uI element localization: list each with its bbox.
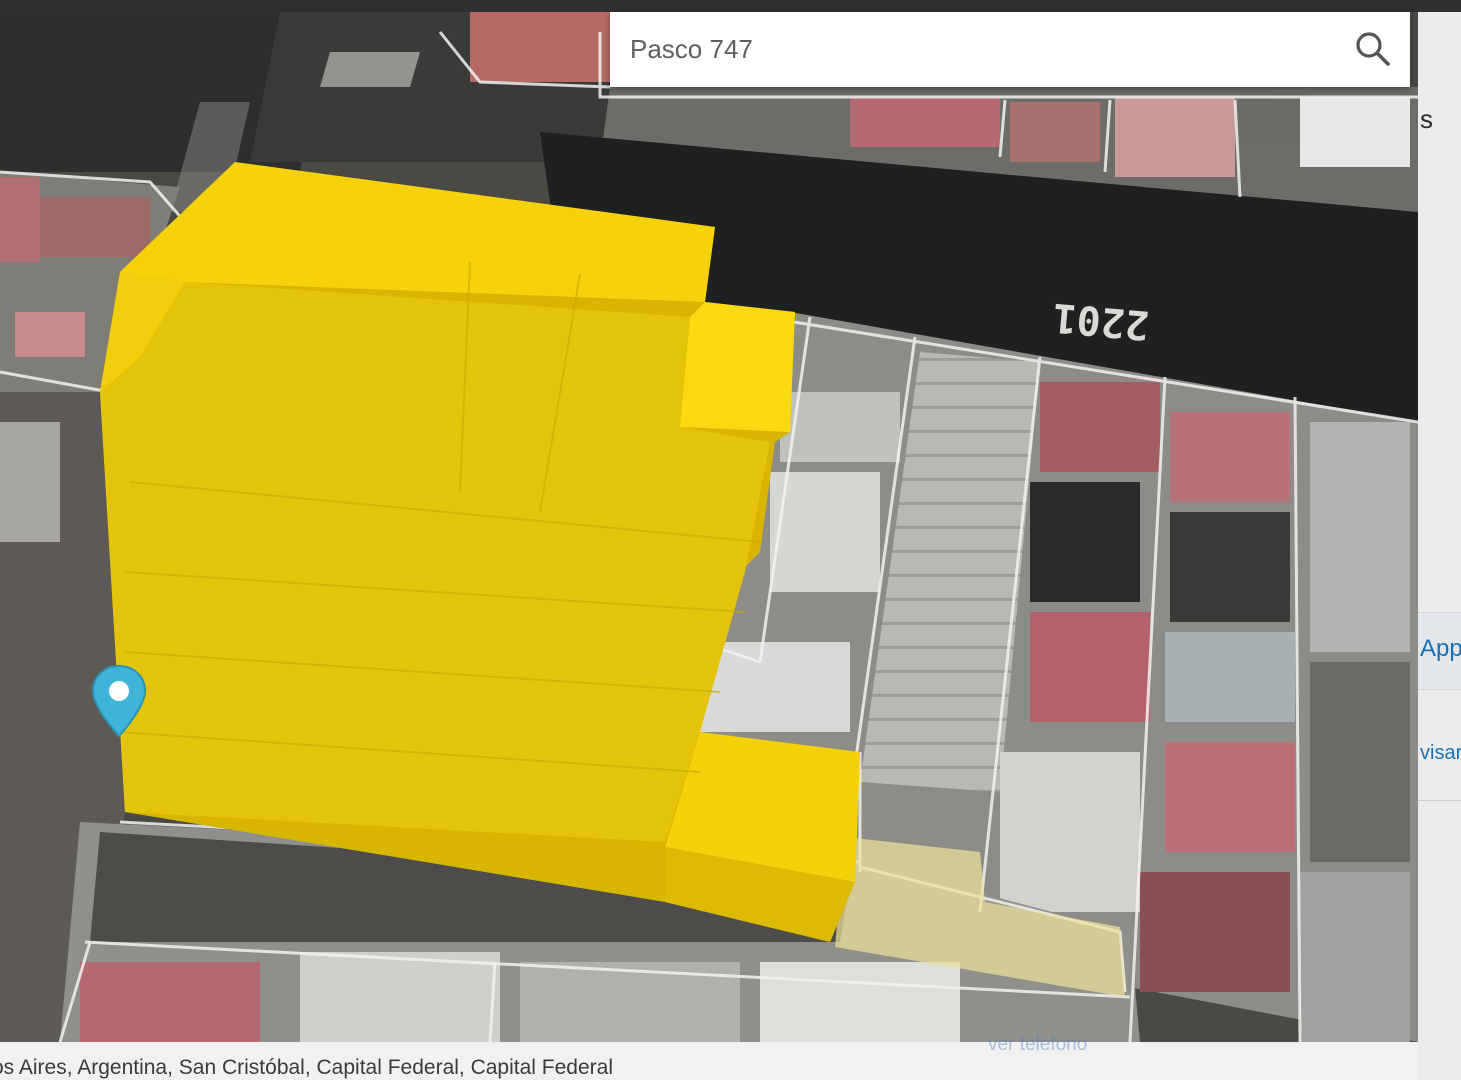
red-roof <box>470 12 610 82</box>
app-button-label: App <box>1420 635 1461 662</box>
address-text: os Aires, Argentina, San Cristóbal, Capi… <box>0 1056 613 1079</box>
red-roof <box>80 962 260 1042</box>
location-pin[interactable] <box>90 664 148 738</box>
red-roof <box>1040 382 1160 472</box>
roof <box>1000 752 1140 912</box>
red-roof <box>1030 612 1150 722</box>
panel-heading-fragment: s <box>1420 104 1433 134</box>
crosswalk <box>320 52 420 87</box>
roof <box>1300 872 1410 1042</box>
red-roof <box>40 197 150 257</box>
red-roof <box>1140 872 1290 992</box>
roof <box>1300 97 1410 167</box>
roof <box>770 472 880 592</box>
view-phone-link[interactable]: ver teléfono <box>988 1034 1087 1056</box>
roof <box>1240 92 1310 142</box>
satellite-3d-map[interactable]: 2201 <box>0 12 1418 1042</box>
roof <box>1310 662 1410 862</box>
shadow <box>1030 482 1140 602</box>
divider <box>1418 800 1461 801</box>
red-roof <box>1170 412 1290 502</box>
map-canvas[interactable]: 2201 <box>0 12 1418 1042</box>
roof <box>700 642 850 732</box>
roof <box>760 962 960 1042</box>
search-input[interactable] <box>610 12 1350 87</box>
roof <box>1310 422 1410 652</box>
red-roof <box>15 312 85 357</box>
search-icon <box>1356 32 1390 66</box>
shadow <box>1170 512 1290 622</box>
search-button[interactable] <box>1350 26 1396 72</box>
search-bar <box>610 12 1410 87</box>
red-roof <box>850 97 1000 147</box>
roof <box>0 422 60 542</box>
red-roof <box>1165 742 1295 852</box>
roof <box>300 952 500 1042</box>
app-button[interactable]: App <box>1418 612 1461 690</box>
road-marking-text: 2201 <box>1051 294 1151 348</box>
red-roof <box>1115 97 1235 177</box>
roof <box>1165 632 1295 722</box>
top-bar <box>0 0 1461 12</box>
red-roof <box>1010 102 1100 162</box>
location-pin-icon <box>91 664 147 738</box>
notify-link[interactable]: visar <box>1420 742 1461 765</box>
red-roof <box>0 177 40 262</box>
side-panel: s App visar <box>1418 12 1461 1080</box>
